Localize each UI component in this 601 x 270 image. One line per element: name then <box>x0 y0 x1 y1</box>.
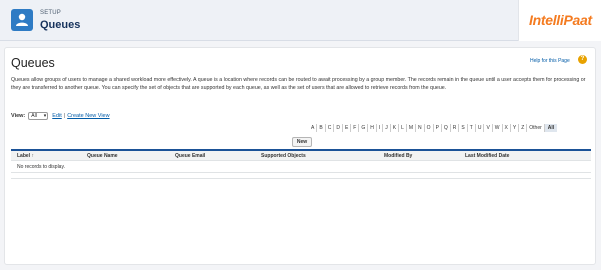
column-header-supported-objects[interactable]: Supported Objects <box>261 153 306 159</box>
alphabet-filter-s[interactable]: S <box>459 124 468 132</box>
help-link[interactable]: Help for this Page <box>530 58 570 64</box>
help-icon[interactable]: ? <box>578 55 587 64</box>
alphabet-filter-y[interactable]: Y <box>511 124 520 132</box>
column-header-label[interactable]: Label ↑ <box>17 153 34 159</box>
table-header: Label ↑ Queue Name Queue Email Supported… <box>11 149 591 161</box>
alphabet-filter-z[interactable]: Z <box>519 124 528 132</box>
create-new-view-link[interactable]: Create New View <box>67 113 109 119</box>
alphabet-filter-p[interactable]: P <box>434 124 442 132</box>
column-header-last-modified-date[interactable]: Last Modified Date <box>465 153 509 159</box>
chevron-down-icon: ▾ <box>43 113 47 119</box>
alphabet-filter-v[interactable]: V <box>484 124 493 132</box>
alphabet-filter-l[interactable]: L <box>399 124 407 132</box>
setup-page-title: Queues <box>40 19 81 31</box>
queues-table: Label ↑ Queue Name Queue Email Supported… <box>11 149 591 179</box>
alphabet-filter-q[interactable]: Q <box>442 124 451 132</box>
setup-queue-icon <box>11 9 33 31</box>
new-button[interactable]: New <box>292 137 312 147</box>
view-select-value: All <box>31 113 37 119</box>
alphabet-filter-x[interactable]: X <box>503 124 511 132</box>
link-separator: | <box>63 113 66 119</box>
alphabet-filter-n[interactable]: N <box>416 124 425 132</box>
alphabet-filter-f[interactable]: F <box>351 124 360 132</box>
view-controls: View: All ▾ Edit | Create New View <box>11 111 112 121</box>
alphabet-filter-e[interactable]: E <box>343 124 352 132</box>
alphabet-filter-w[interactable]: W <box>493 124 503 132</box>
alphabet-filter-r[interactable]: R <box>451 124 460 132</box>
setup-section-label: SETUP <box>40 10 62 16</box>
alphabet-filter-c[interactable]: C <box>326 124 335 132</box>
alphabet-filter-t[interactable]: T <box>468 124 476 132</box>
alphabet-filter-other[interactable]: Other <box>527 124 545 132</box>
brand-logo-text: IntelliPaat <box>529 12 592 28</box>
setup-header: SETUP Queues IntelliPaat <box>0 0 601 41</box>
alphabet-filter-b[interactable]: B <box>317 124 326 132</box>
alphabet-filter: A B C D E F G H I J K L M N O P Q R S T U V W X Y Z Other All <box>309 124 558 132</box>
alphabet-filter-d[interactable]: D <box>334 124 343 132</box>
table-row: No records to display. <box>11 161 591 173</box>
empty-message: No records to display. <box>17 164 65 170</box>
table-footer <box>11 173 591 179</box>
view-select[interactable]: All ▾ <box>28 112 49 120</box>
column-header-queue-name[interactable]: Queue Name <box>87 153 118 159</box>
alphabet-filter-j[interactable]: J <box>383 124 391 132</box>
alphabet-filter-o[interactable]: O <box>425 124 434 132</box>
column-header-modified-by[interactable]: Modified By <box>384 153 412 159</box>
page-description: Queues allow groups of users to manage a… <box>11 77 586 91</box>
alphabet-filter-g[interactable]: G <box>359 124 369 132</box>
brand-logo: IntelliPaat <box>518 0 601 41</box>
queues-panel: Queues Help for this Page ? Queues allow… <box>4 47 596 265</box>
alphabet-filter-a[interactable]: A <box>309 124 318 132</box>
alphabet-filter-u[interactable]: U <box>476 124 485 132</box>
alphabet-filter-k[interactable]: K <box>391 124 400 132</box>
view-label: View: <box>11 113 26 119</box>
column-header-queue-email[interactable]: Queue Email <box>175 153 205 159</box>
alphabet-filter-m[interactable]: M <box>407 124 417 132</box>
edit-view-link[interactable]: Edit <box>52 113 61 119</box>
page-title: Queues <box>11 56 55 70</box>
alphabet-filter-h[interactable]: H <box>368 124 377 132</box>
alphabet-filter-all[interactable]: All <box>544 124 558 132</box>
sort-ascending-icon: ↑ <box>31 153 34 159</box>
